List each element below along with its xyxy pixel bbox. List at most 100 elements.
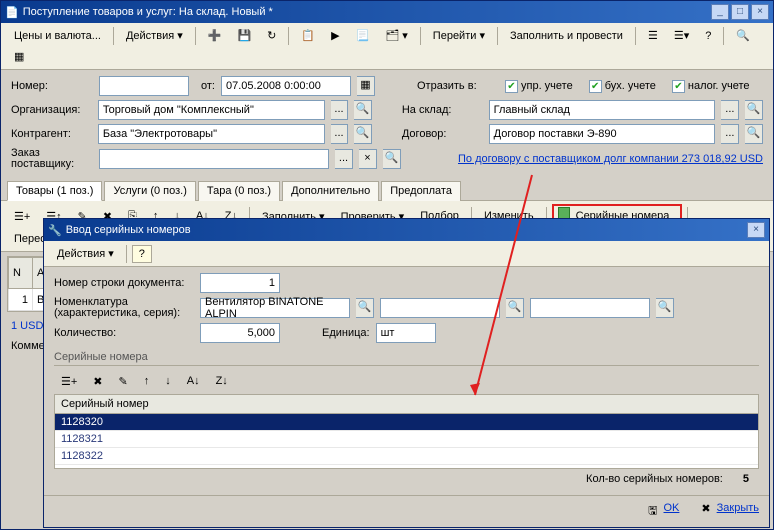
ok-button[interactable]: OK (664, 502, 680, 521)
char-search-icon[interactable]: 🔍 (506, 298, 524, 318)
s-edit-icon[interactable]: ✎ (112, 372, 135, 391)
upr-checkbox[interactable]: ✔упр. учете (505, 80, 573, 93)
close-icon: ✖ (701, 502, 710, 521)
date-field[interactable]: 07.05.2008 0:00:00 (221, 76, 351, 96)
series-search-icon[interactable]: 🔍 (656, 298, 674, 318)
tab-extra[interactable]: Дополнительно (282, 181, 379, 201)
close-button[interactable]: × (751, 4, 769, 20)
close-button[interactable]: Закрыть (717, 502, 759, 521)
main-toolbar: Цены и валюта... Действия ▾ ➕ 💾 ↻ 📋 ▶ 📃 … (1, 23, 773, 70)
s-del-icon[interactable]: ✖ (86, 372, 109, 391)
from-label: от: (195, 80, 215, 92)
line-field[interactable]: 1 (200, 273, 280, 293)
dialog-toolbar: Действия ▾ ? (44, 241, 769, 267)
tab-tare[interactable]: Тара (0 поз.) (198, 181, 280, 201)
serial-section: Серийные номера (54, 351, 759, 366)
tool-save-icon[interactable]: 💾 (230, 26, 258, 45)
serial-row[interactable]: 1128321 (55, 431, 758, 448)
qty-field[interactable]: 5,000 (200, 323, 280, 343)
serial-row[interactable]: 1128320 (55, 414, 758, 431)
goto-menu[interactable]: Перейти ▾ (426, 26, 492, 45)
table-tool-icon[interactable]: ▦ (7, 47, 31, 66)
date-picker-icon[interactable]: ▦ (357, 76, 375, 96)
minimize-button[interactable]: _ (711, 4, 729, 20)
reflect-label: Отразить в: (417, 80, 499, 92)
serial-grid: Серийный номер 1128320 1128321 1128322 1… (54, 394, 759, 469)
kontr-label: Контрагент: (11, 128, 92, 140)
tool-form-icon[interactable]: 📃 (349, 26, 377, 45)
app-icon: 📄 (5, 6, 19, 19)
tool-struct-icon[interactable]: 🗂 ▾ (378, 26, 415, 45)
serial-dialog: 🔧 Ввод серийных номеров × Действия ▾ ? Н… (43, 218, 770, 528)
org-field[interactable]: Торговый дом "Комплексный" (98, 100, 325, 120)
s-sort1-icon[interactable]: A↓ (180, 372, 207, 390)
s-down-icon[interactable]: ↓ (158, 372, 178, 390)
s-up-icon[interactable]: ↑ (137, 372, 157, 390)
dialog-close-icon[interactable]: × (747, 222, 765, 238)
sklad-label: На склад: (402, 104, 483, 116)
zakaz-label: Заказ поставщику: (11, 148, 93, 170)
zakaz-select-button[interactable]: ... (335, 149, 353, 169)
ok-icon: 🖫 (648, 502, 657, 521)
tab-goods[interactable]: Товары (1 поз.) (7, 181, 102, 201)
s-add-icon[interactable]: ☰+ (54, 372, 84, 391)
nom-field[interactable]: Вентилятор BINATONE ALPIN (200, 298, 350, 318)
tab-services[interactable]: Услуги (0 поз.) (104, 181, 195, 201)
kontr-field[interactable]: База "Электротовары" (98, 124, 325, 144)
header-form: Номер: от: 07.05.2008 0:00:00 ▦ Отразить… (1, 70, 773, 180)
dogovor-search-icon[interactable]: 🔍 (745, 124, 763, 144)
window-title: Поступление товаров и услуг: На склад. Н… (19, 6, 709, 18)
buh-checkbox[interactable]: ✔бух. учете (589, 80, 656, 93)
fill-post-button[interactable]: Заполнить и провести (503, 27, 630, 45)
unit-field[interactable]: шт (376, 323, 436, 343)
org-label: Организация: (11, 104, 92, 116)
list2-icon[interactable]: ☰▾ (667, 26, 696, 45)
dialog-help-icon[interactable]: ? (132, 245, 152, 263)
row-add-icon[interactable]: ☰+ (7, 207, 37, 226)
help-icon[interactable]: ? (698, 27, 718, 45)
char-field[interactable] (380, 298, 500, 318)
tool-copy-icon[interactable]: 📋 (294, 26, 322, 45)
dogovor-label: Договор: (402, 128, 483, 140)
sklad-search-icon[interactable]: 🔍 (745, 100, 763, 120)
kontr-select-button[interactable]: ... (331, 124, 349, 144)
dialog-icon: 🔧 (48, 224, 62, 237)
count-value: 5 (743, 473, 749, 485)
sklad-select-button[interactable]: ... (721, 100, 739, 120)
nom-label: Номенклатура (характеристика, серия): (54, 297, 194, 319)
zakaz-field[interactable] (99, 149, 329, 169)
maximize-button[interactable]: □ (731, 4, 749, 20)
s-sort2-icon[interactable]: Z↓ (209, 372, 235, 390)
org-select-button[interactable]: ... (331, 100, 349, 120)
debt-link[interactable]: По договору с поставщиком долг компании … (458, 153, 763, 165)
col-n[interactable]: N (9, 258, 33, 289)
list1-icon[interactable]: ☰ (641, 26, 665, 45)
nalog-checkbox[interactable]: ✔налог. учете (672, 80, 750, 93)
prices-menu[interactable]: Цены и валюта... (7, 27, 108, 45)
count-label: Кол-во серийных номеров: (586, 473, 723, 485)
main-titlebar: 📄 Поступление товаров и услуг: На склад.… (1, 1, 773, 23)
zakaz-search-icon[interactable]: 🔍 (383, 149, 401, 169)
sklad-field[interactable]: Главный склад (489, 100, 716, 120)
unit-label: Единица: (322, 327, 370, 339)
dogovor-field[interactable]: Договор поставки Э-890 (489, 124, 716, 144)
actions-menu[interactable]: Действия ▾ (119, 26, 190, 45)
search-tool-icon[interactable]: 🔍 (729, 26, 757, 45)
number-field[interactable] (99, 76, 189, 96)
serial-toolbar: ☰+ ✖ ✎ ↑ ↓ A↓ Z↓ (54, 368, 759, 394)
number-label: Номер: (11, 80, 93, 92)
zakaz-clear-icon[interactable]: × (359, 149, 377, 169)
dialog-title: Ввод серийных номеров (62, 224, 745, 236)
dialog-actions-menu[interactable]: Действия ▾ (50, 244, 121, 263)
tool-post-icon[interactable]: ▶ (324, 26, 346, 45)
kontr-search-icon[interactable]: 🔍 (354, 124, 372, 144)
series-field[interactable] (530, 298, 650, 318)
nom-search-icon[interactable]: 🔍 (356, 298, 374, 318)
tab-prepay[interactable]: Предоплата (381, 181, 461, 201)
serial-row[interactable]: 1128322 (55, 448, 758, 465)
org-search-icon[interactable]: 🔍 (354, 100, 372, 120)
tool-refresh-icon[interactable]: ↻ (260, 26, 283, 45)
dogovor-select-button[interactable]: ... (721, 124, 739, 144)
tool-add-icon[interactable]: ➕ (201, 26, 229, 45)
serial-col[interactable]: Серийный номер (55, 395, 758, 414)
